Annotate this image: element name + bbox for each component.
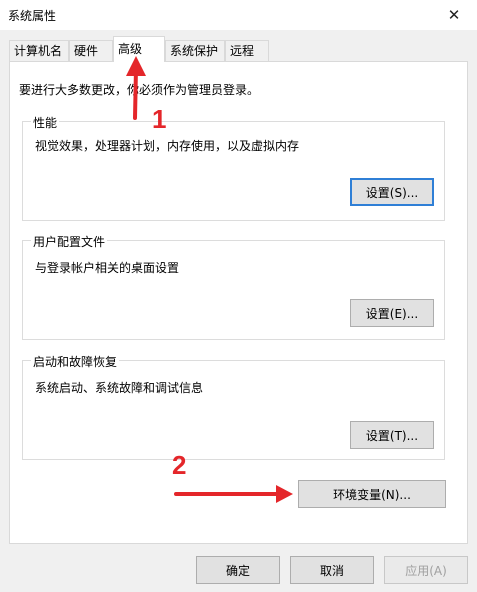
annotation-arrows xyxy=(126,56,293,503)
arrow-right-icon xyxy=(174,485,293,503)
arrow-up-icon xyxy=(126,56,146,120)
annotation-number-1: 1 xyxy=(152,104,167,134)
annotation-number-2: 2 xyxy=(172,450,187,480)
